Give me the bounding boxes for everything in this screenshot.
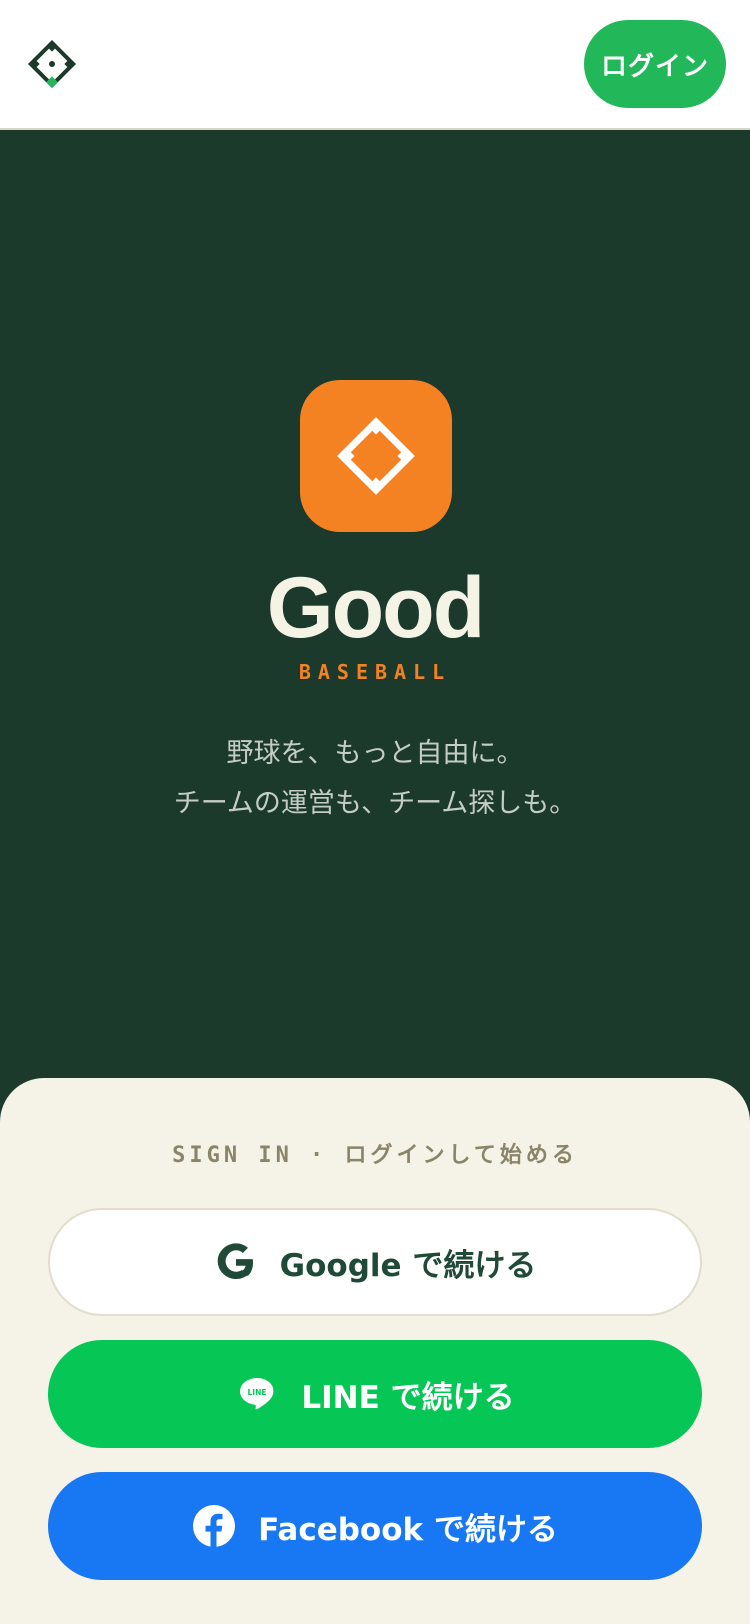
signin-caption: SIGN IN · ログインして始める	[172, 1143, 578, 1168]
svg-text:LINE: LINE	[248, 1388, 267, 1397]
baseball-diamond-icon[interactable]	[26, 38, 78, 90]
facebook-icon	[192, 1504, 236, 1548]
app-logo	[300, 380, 452, 532]
facebook-signin-button[interactable]: Facebook で続ける	[48, 1472, 702, 1580]
line-signin-label: LINE で続ける	[301, 1379, 515, 1416]
tagline-line-2: チームの運営も、チーム探しも。	[173, 788, 577, 819]
facebook-signin-label: Facebook で続ける	[258, 1511, 558, 1548]
google-signin-button[interactable]: Google で続ける	[48, 1208, 702, 1316]
google-signin-label: Google で続ける	[279, 1247, 537, 1284]
line-signin-button[interactable]: LINE LINE で続ける	[48, 1340, 702, 1448]
baseball-diamond-icon	[337, 417, 415, 495]
line-icon: LINE	[235, 1372, 279, 1416]
tagline-line-1: 野球を、もっと自由に。	[226, 738, 524, 769]
page: ログイン Good BASEBALL 野球を、もっと自由に。 チームの運営も、チ…	[0, 0, 750, 1624]
login-button[interactable]: ログイン	[584, 20, 726, 108]
brand-subtitle: BASEBALL	[298, 660, 452, 684]
google-icon	[214, 1240, 258, 1284]
top-header: ログイン	[0, 0, 750, 130]
brand-name: Good	[266, 560, 486, 656]
